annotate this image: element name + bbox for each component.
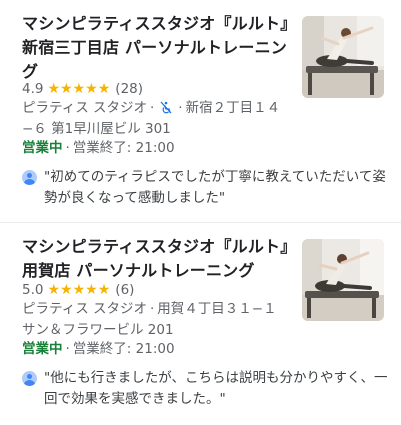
not-wheelchair-accessible-icon	[160, 101, 172, 114]
pilates-photo-image	[302, 16, 384, 98]
hours-row: 営業中 · 営業終了: 21:00	[22, 138, 175, 158]
star-icon: ★	[85, 81, 98, 97]
separator: ·	[149, 100, 155, 116]
star-icon: ★	[47, 282, 61, 298]
star-icon: ★	[97, 282, 111, 298]
star-icon: ★	[97, 81, 111, 97]
closing-time: 営業終了: 21:00	[72, 341, 175, 357]
reviewer-avatar-icon	[22, 170, 37, 185]
place-title[interactable]: マシンピラティススタジオ『ルルト』用賀店 パーソナルトレーニング	[22, 235, 290, 283]
separator: ·	[65, 341, 70, 357]
review-text: "他にも行きましたが、こちらは説明も分かりやすく、一回で効果を実感できました。"	[44, 370, 388, 407]
place-title[interactable]: マシンピラティススタジオ『ルルト』新宿三丁目店 パーソナルトレーニング	[22, 12, 290, 84]
closing-time: 営業終了: 21:00	[72, 140, 175, 156]
separator: ·	[178, 100, 183, 116]
category-address: ピラティス スタジオ · · 新宿２丁目１４−６ 第1早川屋ビル 301	[22, 98, 292, 140]
place-result-2[interactable]: マシンピラティススタジオ『ルルト』用賀店 パーソナルトレーニング 5.0 ★ ★…	[0, 223, 401, 425]
star-icon: ★	[72, 81, 86, 97]
star-icon: ★	[85, 282, 98, 298]
review-count[interactable]: (28)	[115, 80, 143, 98]
rating-row: 4.9 ★ ★ ★ ★ ★ (28)	[22, 80, 143, 98]
place-result-1[interactable]: マシンピラティススタジオ『ルルト』新宿三丁目店 パーソナルトレーニング 4.9 …	[0, 0, 401, 222]
pilates-photo-image	[302, 239, 384, 321]
review-count[interactable]: (6)	[115, 281, 134, 299]
rating-value: 5.0	[22, 282, 44, 298]
open-status: 営業中	[22, 140, 63, 156]
hours-row: 営業中 · 営業終了: 21:00	[22, 339, 175, 359]
rating-row: 5.0 ★ ★ ★ ★ ★ (6)	[22, 281, 134, 299]
star-rating: ★ ★ ★ ★ ★	[47, 281, 110, 299]
separator: ·	[65, 140, 70, 156]
category-address: ピラティス スタジオ · 用賀４丁目３１−１ サン＆フラワービル 201	[22, 299, 292, 341]
star-rating: ★ ★ ★ ★ ★	[47, 80, 110, 98]
rating-value: 4.9	[22, 81, 44, 97]
open-status: 営業中	[22, 341, 63, 357]
reviewer-avatar-icon	[22, 371, 37, 386]
review-text: "初めてのティラピスでしたが丁寧に教えていただいて姿勢が良くなって感動しました"	[44, 169, 386, 206]
place-photo[interactable]	[302, 239, 384, 321]
category: ピラティス スタジオ	[22, 100, 147, 116]
star-icon: ★	[47, 81, 61, 97]
separator: ·	[149, 301, 155, 317]
star-icon: ★	[72, 282, 86, 298]
star-icon: ★	[60, 282, 73, 298]
star-icon: ★	[60, 81, 73, 97]
category: ピラティス スタジオ	[22, 301, 147, 317]
place-photo[interactable]	[302, 16, 384, 98]
